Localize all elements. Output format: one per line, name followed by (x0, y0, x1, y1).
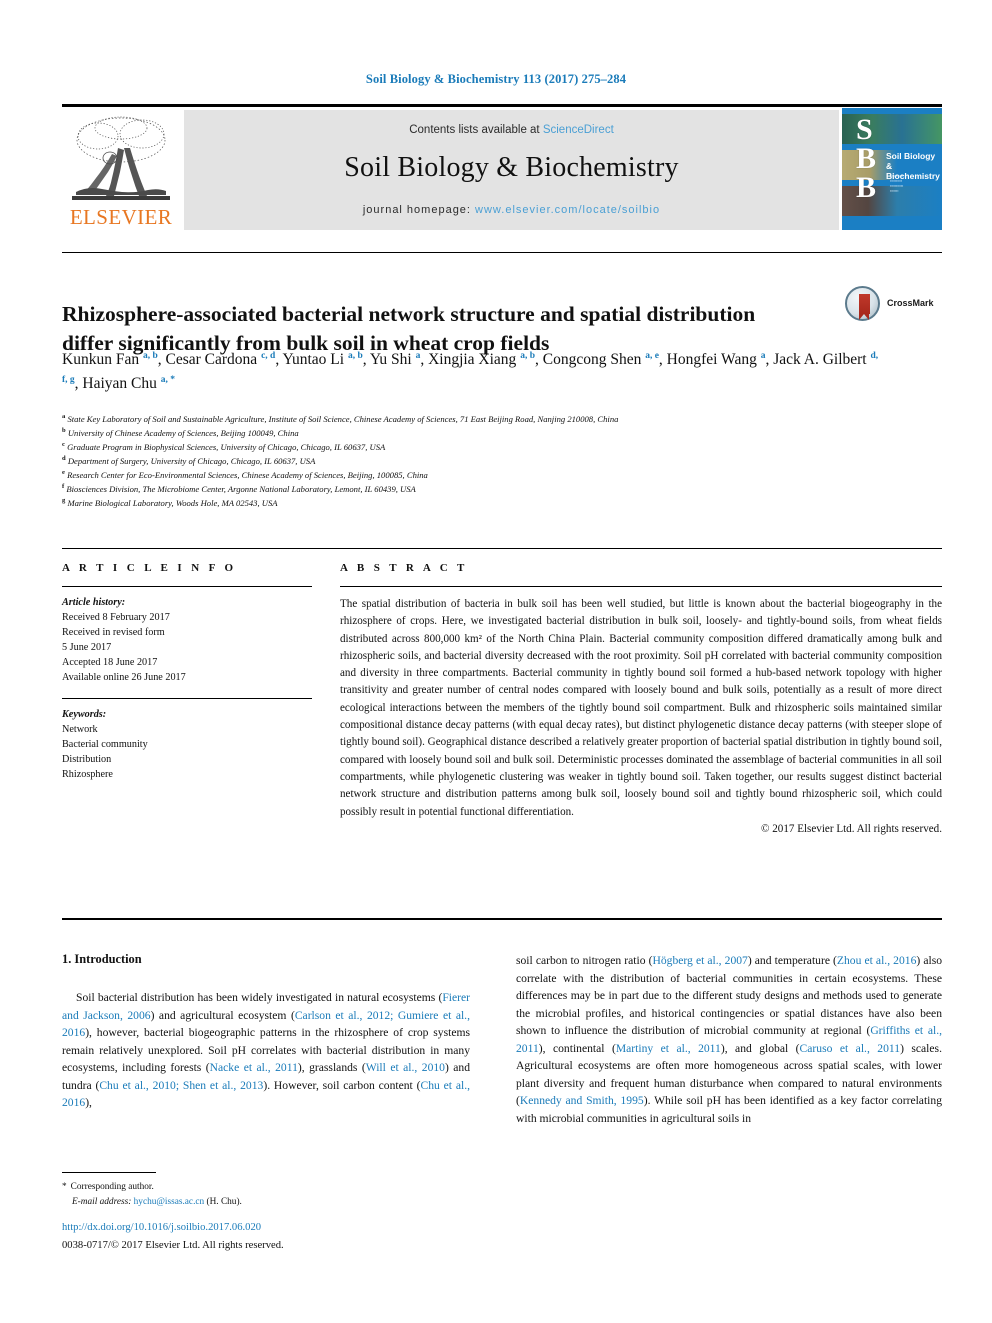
keyword-item: Rhizosphere (62, 768, 113, 780)
masthead-top-rule (62, 104, 942, 107)
intro-paragraph-right: soil carbon to nitrogen ratio (Högberg e… (516, 954, 942, 1125)
homepage-prefix: journal homepage: (362, 204, 476, 216)
paper-page: Soil Biology & Biochemistry 113 (2017) 2… (0, 0, 992, 1323)
history-line: Available online 26 June 2017 (62, 672, 186, 684)
affiliation-list: a State Key Laboratory of Soil and Susta… (62, 412, 892, 509)
journal-homepage-link[interactable]: www.elsevier.com/locate/soilbio (475, 204, 660, 216)
sciencedirect-link[interactable]: ScienceDirect (543, 124, 614, 136)
affiliation-item: c Graduate Program in Biophysical Scienc… (62, 440, 386, 452)
author-email-link[interactable]: hychu@issas.ac.cn (134, 1197, 205, 1207)
crossmark-bookmark-icon (859, 294, 870, 320)
history-line: Received 8 February 2017 (62, 612, 170, 624)
article-info-heading: A R T I C L E I N F O (62, 562, 237, 574)
keywords-block: Keywords: Network Bacterial community Di… (62, 707, 312, 782)
affiliation-item: e Research Center for Eco-Environmental … (62, 468, 428, 480)
affiliation-marker: c (62, 440, 65, 448)
doi-link[interactable]: http://dx.doi.org/10.1016/j.soilbio.2017… (62, 1222, 261, 1233)
email-suffix: (H. Chu). (206, 1196, 242, 1207)
journal-masthead: ELSEVIER Contents lists available at Sci… (62, 104, 942, 230)
abstract-copyright: © 2017 Elsevier Ltd. All rights reserved… (761, 822, 942, 835)
affiliation-marker: e (62, 468, 65, 476)
body-column-right: soil carbon to nitrogen ratio (Högberg e… (516, 952, 942, 1127)
affiliation-item: b University of Chinese Academy of Scien… (62, 426, 299, 438)
elsevier-tree-icon (72, 116, 170, 200)
keywords-rule (62, 697, 312, 699)
author-list: Kunkun Fan a, b, Cesar Cardona c, d, Yun… (62, 350, 879, 392)
affiliation-marker: a (62, 413, 66, 420)
journal-homepage-line: journal homepage: www.elsevier.com/locat… (184, 204, 839, 216)
crossmark-circle-icon (845, 286, 880, 321)
history-line: Accepted 18 June 2017 (62, 657, 158, 669)
abstract-top-rule (62, 548, 942, 549)
contents-prefix: Contents lists available at (409, 124, 543, 136)
contents-available-line: Contents lists available at ScienceDirec… (184, 124, 839, 136)
article-info-rule (62, 586, 312, 587)
affiliation-marker: d (62, 454, 66, 462)
crossmark-label: CrossMark (887, 298, 934, 308)
cover-title-line1: Soil Biology & (886, 151, 936, 171)
elsevier-logo: ELSEVIER (62, 110, 180, 230)
footnote-rule (62, 1172, 156, 1173)
history-line: 5 June 2017 (62, 642, 112, 654)
section-heading-introduction: 1. Introduction (62, 952, 142, 966)
article-info-column: A R T I C L E I N F O Article history: R… (62, 562, 312, 782)
abstract-rule (340, 586, 942, 587)
intro-paragraph-left: Soil bacterial distribution has been wid… (62, 991, 471, 1109)
cover-initials: SBB (856, 113, 877, 204)
affiliation-item: a State Key Laboratory of Soil and Susta… (62, 413, 619, 424)
cover-microtext: ▪▪▪▪▪▪▪▪▪▪▪▪ ▪▪▪▪▪▪▪▪▪▪ ▪▪▪▪▪▪▪▪▪▪▪ ▪▪▪▪▪▪▪ (890, 174, 905, 194)
abstract-bottom-rule (62, 918, 942, 920)
issn-copyright: 0038-0717/© 2017 Elsevier Ltd. All right… (62, 1240, 284, 1251)
journal-cover-thumbnail: SBB Soil Biology & Biochemistry ▪▪▪▪▪▪▪▪▪… (842, 108, 942, 230)
title-separator-rule (62, 252, 942, 253)
masthead-panel: Contents lists available at ScienceDirec… (184, 110, 839, 230)
affiliation-item: f Biosciences Division, The Microbiome C… (62, 482, 416, 494)
crossmark-badge[interactable]: CrossMark (845, 286, 941, 326)
body-column-left: 1. Introduction Soil bacterial distribut… (62, 952, 470, 1112)
corresponding-author-text: Corresponding author. (70, 1182, 154, 1192)
asterisk-icon: * (62, 1182, 67, 1192)
running-head: Soil Biology & Biochemistry 113 (2017) 2… (365, 72, 627, 86)
keywords-label: Keywords: (62, 708, 107, 720)
history-line: Received in revised form (62, 627, 165, 639)
abstract-heading: A B S T R A C T (340, 562, 468, 574)
article-history-block: Article history: Received 8 February 201… (62, 595, 312, 686)
email-label: E-mail address: (72, 1196, 132, 1207)
abstract-column: A B S T R A C T The spatial distribution… (340, 562, 942, 835)
affiliation-marker: g (62, 496, 66, 504)
affiliation-marker: b (62, 426, 66, 434)
abstract-text: The spatial distribution of bacteria in … (340, 598, 942, 818)
keyword-item: Distribution (62, 753, 112, 765)
keyword-item: Network (62, 723, 98, 735)
article-history-label: Article history: (62, 597, 126, 608)
affiliation-item: d Department of Surgery, University of C… (62, 454, 316, 466)
keyword-item: Bacterial community (62, 738, 148, 750)
corresponding-author-footnote: * Corresponding author. E-mail address: h… (62, 1180, 462, 1210)
affiliation-marker: f (62, 482, 65, 490)
affiliation-item: g Marine Biological Laboratory, Woods Ho… (62, 496, 278, 508)
elsevier-wordmark: ELSEVIER (69, 205, 173, 229)
journal-title: Soil Biology & Biochemistry (344, 152, 679, 183)
